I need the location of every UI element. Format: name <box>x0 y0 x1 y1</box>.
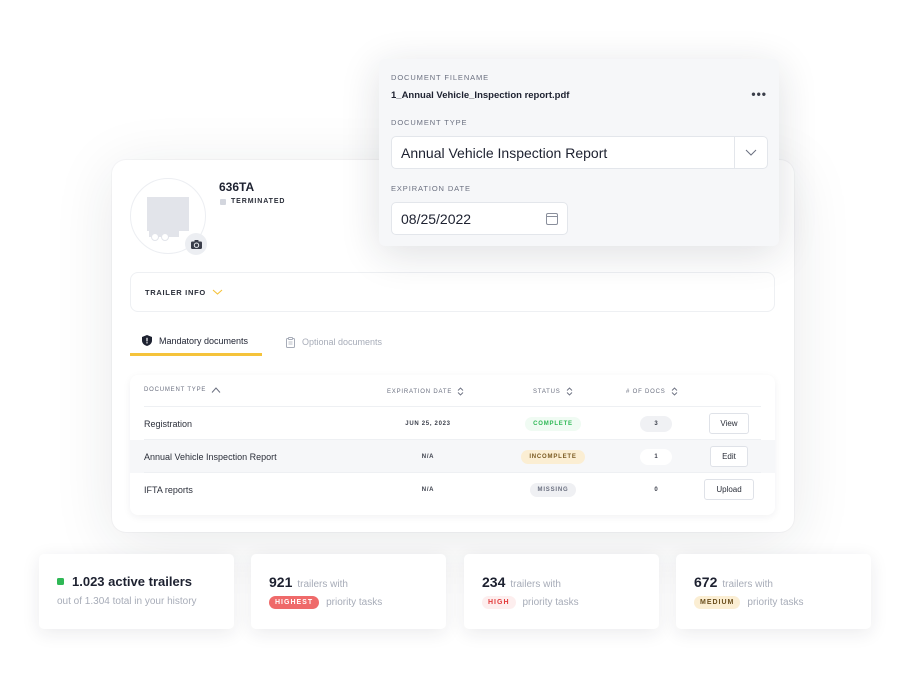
doc-count: 0 <box>654 486 658 493</box>
medium-priority-count: 672 <box>694 574 718 590</box>
document-type-cell: Annual Vehicle Inspection Report <box>144 451 277 462</box>
doc-count: 3 <box>640 415 672 432</box>
sort-ascending-icon <box>211 387 221 393</box>
documents-table: DOCUMENT TYPE EXPIRATION DATE STATUS # O… <box>130 375 775 515</box>
tab-mandatory-documents[interactable]: Mandatory documents <box>130 328 262 356</box>
stat-suffix: trailers with <box>297 579 348 590</box>
chevron-down-icon <box>212 289 223 295</box>
column-expiration-date[interactable]: EXPIRATION DATE <box>387 387 464 396</box>
wheel-icon <box>161 233 169 241</box>
tab-label: Optional documents <box>302 337 383 347</box>
trailer-status: TERMINATED <box>220 198 285 205</box>
status-label: TERMINATED <box>231 198 286 205</box>
trailer-avatar <box>130 178 207 255</box>
stat-suffix: trailers with <box>722 579 773 590</box>
priority-badge: HIGHEST <box>269 596 320 609</box>
status-badge: INCOMPLETE <box>521 449 585 464</box>
document-tabs: Mandatory documents Optional documents <box>130 328 394 360</box>
active-trailers-count: 1.023 active trailers <box>72 574 192 589</box>
stat-tail: priority tasks <box>522 597 579 608</box>
clipboard-icon <box>286 336 295 348</box>
column-label: # OF DOCS <box>626 388 666 395</box>
camera-icon <box>190 239 202 249</box>
sort-icon <box>671 387 677 396</box>
document-type-cell: IFTA reports <box>144 484 193 495</box>
high-priority-card: 234 trailers with HIGH priority tasks <box>464 554 659 629</box>
table-row: Registration JUN 25, 2023 COMPLETE 3 Vie… <box>130 407 775 440</box>
shield-icon <box>142 335 152 346</box>
document-type-label: DOCUMENT TYPE <box>391 118 468 127</box>
table-row: IFTA reports N/A MISSING 0 Upload <box>130 473 775 506</box>
trailer-placeholder-icon <box>147 197 189 231</box>
table-row: Annual Vehicle Inspection Report N/A INC… <box>130 440 775 473</box>
highest-priority-card: 921 trailers with HIGHEST priority tasks <box>251 554 446 629</box>
sort-icon <box>457 387 464 396</box>
stat-suffix: trailers with <box>510 579 561 590</box>
trailer-id: 636TA <box>219 180 255 194</box>
expiration-date: JUN 25, 2023 <box>405 420 451 427</box>
trailer-info-toggle[interactable]: TRAILER INFO <box>130 272 775 312</box>
column-label: EXPIRATION DATE <box>387 388 453 395</box>
table-header: DOCUMENT TYPE EXPIRATION DATE STATUS # O… <box>144 375 761 407</box>
upload-button[interactable]: Upload <box>704 479 754 500</box>
priority-badge: MEDIUM <box>694 596 741 609</box>
priority-badge: HIGH <box>482 596 516 609</box>
camera-button[interactable] <box>185 233 207 255</box>
chevron-down-icon <box>745 149 757 156</box>
status-badge: MISSING <box>529 482 577 497</box>
status-indicator <box>220 198 226 205</box>
high-priority-count: 234 <box>482 574 506 590</box>
view-button[interactable]: View <box>709 413 749 434</box>
more-options-button[interactable]: ••• <box>751 87 767 101</box>
column-document-type[interactable]: DOCUMENT TYPE <box>144 387 221 393</box>
dropdown-toggle[interactable] <box>734 137 767 168</box>
document-details-popup: DOCUMENT FILENAME 1_Annual Vehicle_Inspe… <box>379 59 779 246</box>
document-type-value: Annual Vehicle Inspection Report <box>401 144 608 161</box>
expiration-date-label: EXPIRATION DATE <box>391 184 471 193</box>
highest-priority-count: 921 <box>269 574 293 590</box>
active-trailers-card: 1.023 active trailers out of 1.304 total… <box>39 554 234 629</box>
stat-tail: priority tasks <box>326 597 383 608</box>
document-type-select[interactable]: Annual Vehicle Inspection Report <box>391 136 768 169</box>
status-badge: COMPLETE <box>525 416 581 431</box>
active-trailers-subtitle: out of 1.304 total in your history <box>57 596 197 607</box>
document-filename: 1_Annual Vehicle_Inspection report.pdf <box>391 90 570 101</box>
column-label: DOCUMENT TYPE <box>144 387 207 393</box>
calendar-icon[interactable] <box>546 212 558 225</box>
stat-tail: priority tasks <box>747 597 804 608</box>
column-status[interactable]: STATUS <box>533 387 573 396</box>
expiration-date-input[interactable]: 08/25/2022 <box>391 202 568 235</box>
document-type-cell: Registration <box>144 418 193 429</box>
filename-label: DOCUMENT FILENAME <box>391 73 490 82</box>
column-label: STATUS <box>533 388 561 395</box>
medium-priority-card: 672 trailers with MEDIUM priority tasks <box>676 554 871 629</box>
active-status-dot <box>57 578 64 585</box>
expiration-date: N/A <box>421 453 435 460</box>
trailer-info-label: TRAILER INFO <box>145 287 206 297</box>
column-doc-count[interactable]: # OF DOCS <box>626 387 678 396</box>
doc-count: 1 <box>640 448 672 465</box>
tab-label: Mandatory documents <box>159 335 249 346</box>
edit-button[interactable]: Edit <box>710 446 748 467</box>
expiration-date: N/A <box>421 486 435 493</box>
expiration-date-value: 08/25/2022 <box>401 210 472 227</box>
wheel-icon <box>151 233 159 241</box>
sort-icon <box>566 387 572 396</box>
tab-optional-documents[interactable]: Optional documents <box>274 328 394 356</box>
